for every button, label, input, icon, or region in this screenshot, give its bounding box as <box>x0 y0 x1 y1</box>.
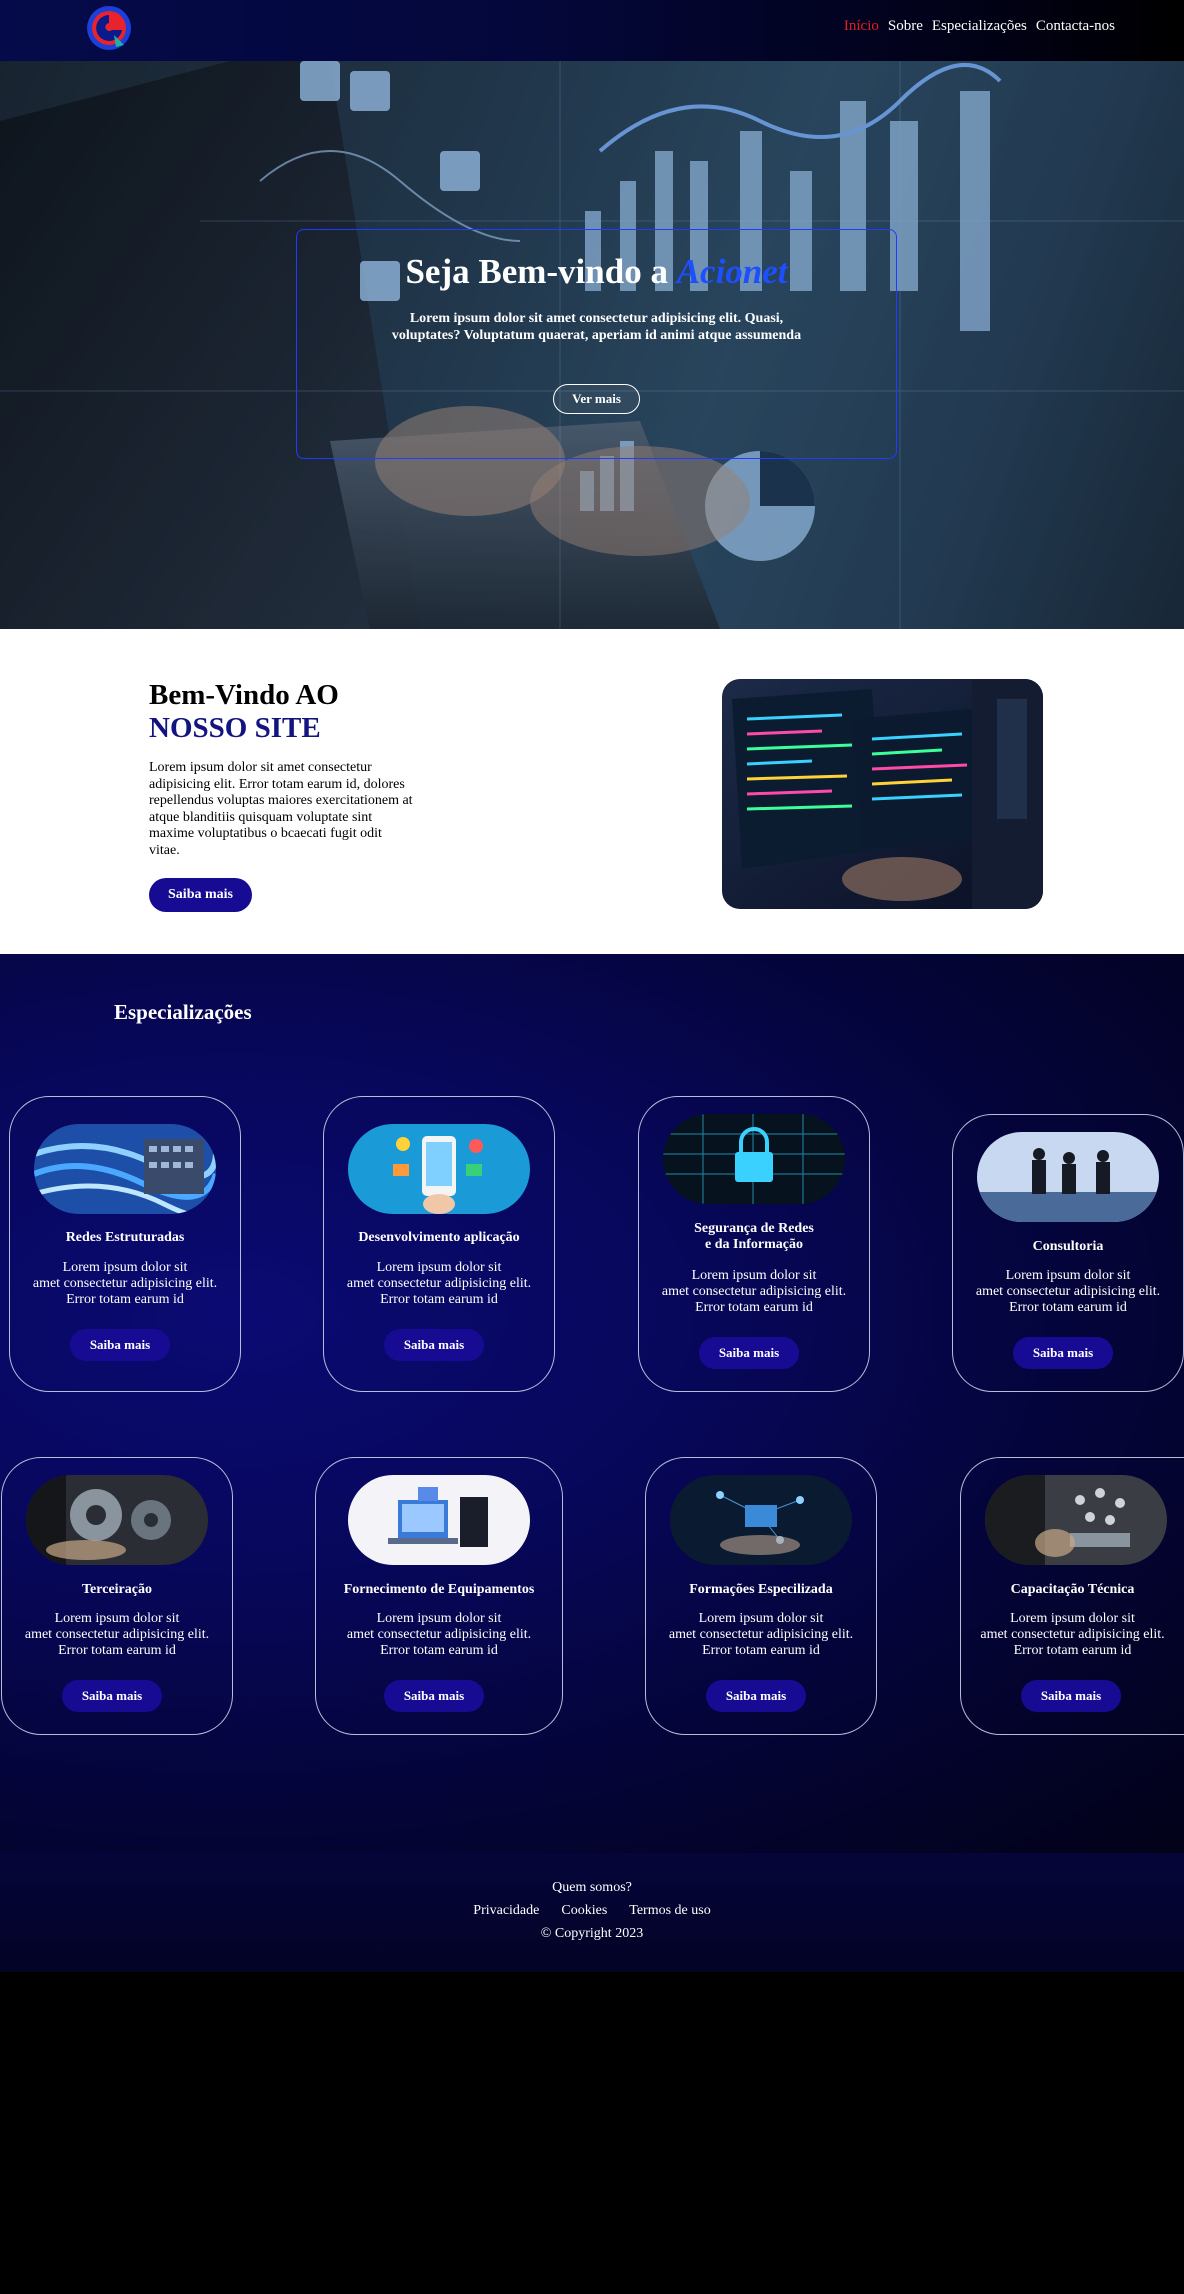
card-title: Terceiração <box>82 1582 152 1597</box>
hero-title: Seja Bem-vindo a Acionet <box>297 252 896 292</box>
card-title: Redes Estruturadas <box>65 1230 185 1245</box>
card-title: Desenvolvimento aplicação <box>358 1230 520 1245</box>
card-text-line: Lorem ipsum dolor sit <box>376 1260 502 1275</box>
card-text-line: amet consectetur adipisicing elit. <box>32 1276 218 1291</box>
card-title: Segurança de Redes <box>694 1221 814 1236</box>
card-text-line: amet consectetur adipisicing elit. <box>24 1627 210 1642</box>
footer-link-cookies[interactable]: Cookies <box>561 1903 607 1919</box>
card-title: Capacitação Técnica <box>1010 1582 1135 1597</box>
menu-item-especializacoes[interactable]: Especializações <box>932 18 1027 35</box>
security-lock-image <box>663 1114 845 1204</box>
welcome-title-line2: NOSSO SITE <box>149 712 321 744</box>
hero-title-prefix: Seja Bem-vindo a <box>405 252 677 291</box>
tablet-network-image <box>985 1475 1167 1565</box>
top-navbar: Início Sobre Especializações Contacta-no… <box>0 0 1184 61</box>
card-text-line: Error totam earum id <box>66 1292 184 1307</box>
main-menu: Início Sobre Especializações Contacta-no… <box>844 18 1115 35</box>
card-text-line: Lorem ipsum dolor sit <box>376 1611 502 1626</box>
card-redes-estruturadas: Redes Estruturadas Lorem ipsum dolor sit… <box>9 1096 241 1392</box>
card-title: Fornecimento de Equipamentos <box>343 1582 535 1597</box>
coding-screens-image <box>722 679 1043 909</box>
saiba-mais-button[interactable]: Saiba mais <box>384 1329 484 1361</box>
card-text-line: amet consectetur adipisicing elit. <box>346 1276 532 1291</box>
card-formacoes-especilizada: Formações Especilizada Lorem ipsum dolor… <box>645 1457 877 1735</box>
card-text-line: Lorem ipsum dolor sit <box>691 1268 817 1283</box>
menu-item-inicio[interactable]: Início <box>844 18 879 35</box>
footer: Quem somos? Privacidade Cookies Termos d… <box>0 1853 1184 1972</box>
ver-mais-button[interactable]: Ver mais <box>553 384 640 414</box>
footer-quem-somos-link[interactable]: Quem somos? <box>0 1880 1184 1896</box>
card-consultoria: Consultoria Lorem ipsum dolor sit amet c… <box>952 1114 1184 1392</box>
footer-links: Privacidade Cookies Termos de uso <box>0 1903 1184 1919</box>
saiba-mais-button[interactable]: Saiba mais <box>62 1680 162 1712</box>
card-text-line: amet consectetur adipisicing elit. <box>980 1627 1165 1642</box>
specializations-section: Especializações Redes Estruturadas Lorem… <box>0 954 1184 1853</box>
card-text-line: Error totam earum id <box>1009 1300 1127 1315</box>
footer-link-privacidade[interactable]: Privacidade <box>473 1903 539 1919</box>
card-text-line: Lorem ipsum dolor sit <box>54 1611 180 1626</box>
card-text-line: amet consectetur adipisicing elit. <box>346 1627 532 1642</box>
welcome-saiba-mais-button[interactable]: Saiba mais <box>149 878 252 912</box>
card-title-line2: e da Informação <box>705 1237 803 1252</box>
hero-welcome-box: Seja Bem-vindo a Acionet Lorem ipsum dol… <box>296 229 897 459</box>
specializations-title: Especializações <box>114 1000 252 1024</box>
card-text-line: Lorem ipsum dolor sit <box>698 1611 824 1626</box>
card-text-line: Error totam earum id <box>58 1643 176 1658</box>
digital-training-image <box>670 1475 852 1565</box>
saiba-mais-button[interactable]: Saiba mais <box>384 1680 484 1712</box>
brand-logo-icon[interactable] <box>86 5 132 51</box>
saiba-mais-button[interactable]: Saiba mais <box>1013 1337 1113 1369</box>
hero-title-brand: Acionet <box>676 252 788 291</box>
network-cables-image <box>34 1124 216 1214</box>
welcome-text: Lorem ipsum dolor sit amet consectetur a… <box>149 760 413 858</box>
card-text-line: Lorem ipsum dolor sit <box>1010 1611 1135 1626</box>
card-seguranca-redes: Segurança de Redes e da Informação Lorem… <box>638 1096 870 1392</box>
card-text-line: Error totam earum id <box>1013 1643 1132 1658</box>
gears-hand-image <box>26 1475 208 1565</box>
card-text-line: Error totam earum id <box>695 1300 813 1315</box>
card-text-line: Lorem ipsum dolor sit <box>1005 1268 1131 1283</box>
computer-equipment-image <box>348 1475 530 1565</box>
saiba-mais-button[interactable]: Saiba mais <box>699 1337 799 1369</box>
menu-item-sobre[interactable]: Sobre <box>888 18 923 35</box>
saiba-mais-button[interactable]: Saiba mais <box>1021 1680 1121 1712</box>
footer-link-termos[interactable]: Termos de uso <box>629 1903 710 1919</box>
card-text-line: amet consectetur adipisicing elit. <box>661 1284 847 1299</box>
menu-item-contacta-nos[interactable]: Contacta-nos <box>1036 18 1115 35</box>
welcome-section: Bem-Vindo AO NOSSO SITE Lorem ipsum dolo… <box>0 629 1184 954</box>
card-title: Formações Especilizada <box>689 1582 833 1597</box>
card-desenvolvimento-aplicacao: Desenvolvimento aplicação Lorem ipsum do… <box>323 1096 555 1392</box>
card-text-line: amet consectetur adipisicing elit. <box>975 1284 1161 1299</box>
card-text-line: Error totam earum id <box>702 1643 820 1658</box>
hero-description: Lorem ipsum dolor sit amet consectetur a… <box>391 311 802 343</box>
card-text-line: amet consectetur adipisicing elit. <box>668 1627 854 1642</box>
card-title: Consultoria <box>1032 1239 1104 1254</box>
saiba-mais-button[interactable]: Saiba mais <box>706 1680 806 1712</box>
card-text-line: Error totam earum id <box>380 1292 498 1307</box>
footer-copyright: © Copyright 2023 <box>540 1926 644 1941</box>
card-capacitacao-tecnica: Capacitação Técnica Lorem ipsum dolor si… <box>960 1457 1184 1735</box>
card-text-line: Error totam earum id <box>380 1643 498 1658</box>
saiba-mais-button[interactable]: Saiba mais <box>70 1329 170 1361</box>
card-fornecimento-equipamentos: Fornecimento de Equipamentos Lorem ipsum… <box>315 1457 563 1735</box>
card-terceiracao: Terceiração Lorem ipsum dolor sit amet c… <box>1 1457 233 1735</box>
business-meeting-image <box>977 1132 1159 1222</box>
hero-section: Seja Bem-vindo a Acionet Lorem ipsum dol… <box>0 61 1184 629</box>
welcome-title-line1: Bem-Vindo AO <box>149 679 339 711</box>
card-text-line: Lorem ipsum dolor sit <box>62 1260 188 1275</box>
mobile-app-image <box>348 1124 530 1214</box>
